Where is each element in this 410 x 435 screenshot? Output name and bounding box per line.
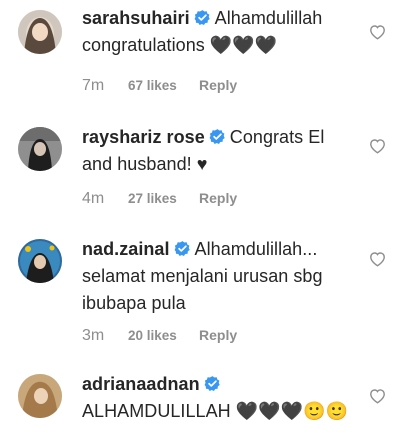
comment-body: nad.zainal Alhamdulillah... selamat menja… [82,236,352,317]
verified-badge-icon [209,128,226,145]
avatar[interactable] [18,239,62,283]
comment-body: sarahsuhairi Alhamdulillah congratulation… [82,5,352,59]
avatar-image [18,374,62,418]
avatar[interactable] [18,127,62,171]
avatar-image [18,239,62,283]
comment-body: adrianaadnan ALHAMDULILLAH 🖤🖤🖤🙂🙂 [82,371,352,425]
comment-time: 3m [82,327,105,344]
like-heart-icon[interactable] [369,251,386,267]
likes-count[interactable]: 20 likes [128,328,196,343]
verified-badge-icon [174,240,191,257]
avatar-image [18,10,62,54]
verified-badge-icon [204,375,221,392]
like-heart-icon[interactable] [369,24,386,40]
like-heart-icon[interactable] [369,388,386,404]
comment-time: 7m [82,77,105,94]
comment-body: rayshariz rose Congrats El and husband! ♥ [82,124,352,178]
like-heart-icon[interactable] [369,138,386,154]
username[interactable]: rayshariz rose [82,127,205,147]
comment-meta: 3m 20 likes Reply [82,327,237,345]
reply-button[interactable]: Reply [199,77,237,93]
comment-time: 4m [82,190,105,207]
username[interactable]: nad.zainal [82,239,170,259]
comment-meta: 7m 67 likes Reply [82,77,237,95]
comment-meta: 4m 27 likes Reply [82,190,237,208]
comment-text: ALHAMDULILLAH 🖤🖤🖤🙂🙂 [82,401,349,421]
reply-button[interactable]: Reply [199,190,237,206]
likes-count[interactable]: 27 likes [128,191,196,206]
reply-button[interactable]: Reply [199,327,237,343]
avatar-image [18,127,62,171]
avatar[interactable] [18,374,62,418]
username[interactable]: adrianaadnan [82,374,200,394]
verified-badge-icon [194,9,211,26]
likes-count[interactable]: 67 likes [128,78,196,93]
avatar[interactable] [18,10,62,54]
username[interactable]: sarahsuhairi [82,8,190,28]
